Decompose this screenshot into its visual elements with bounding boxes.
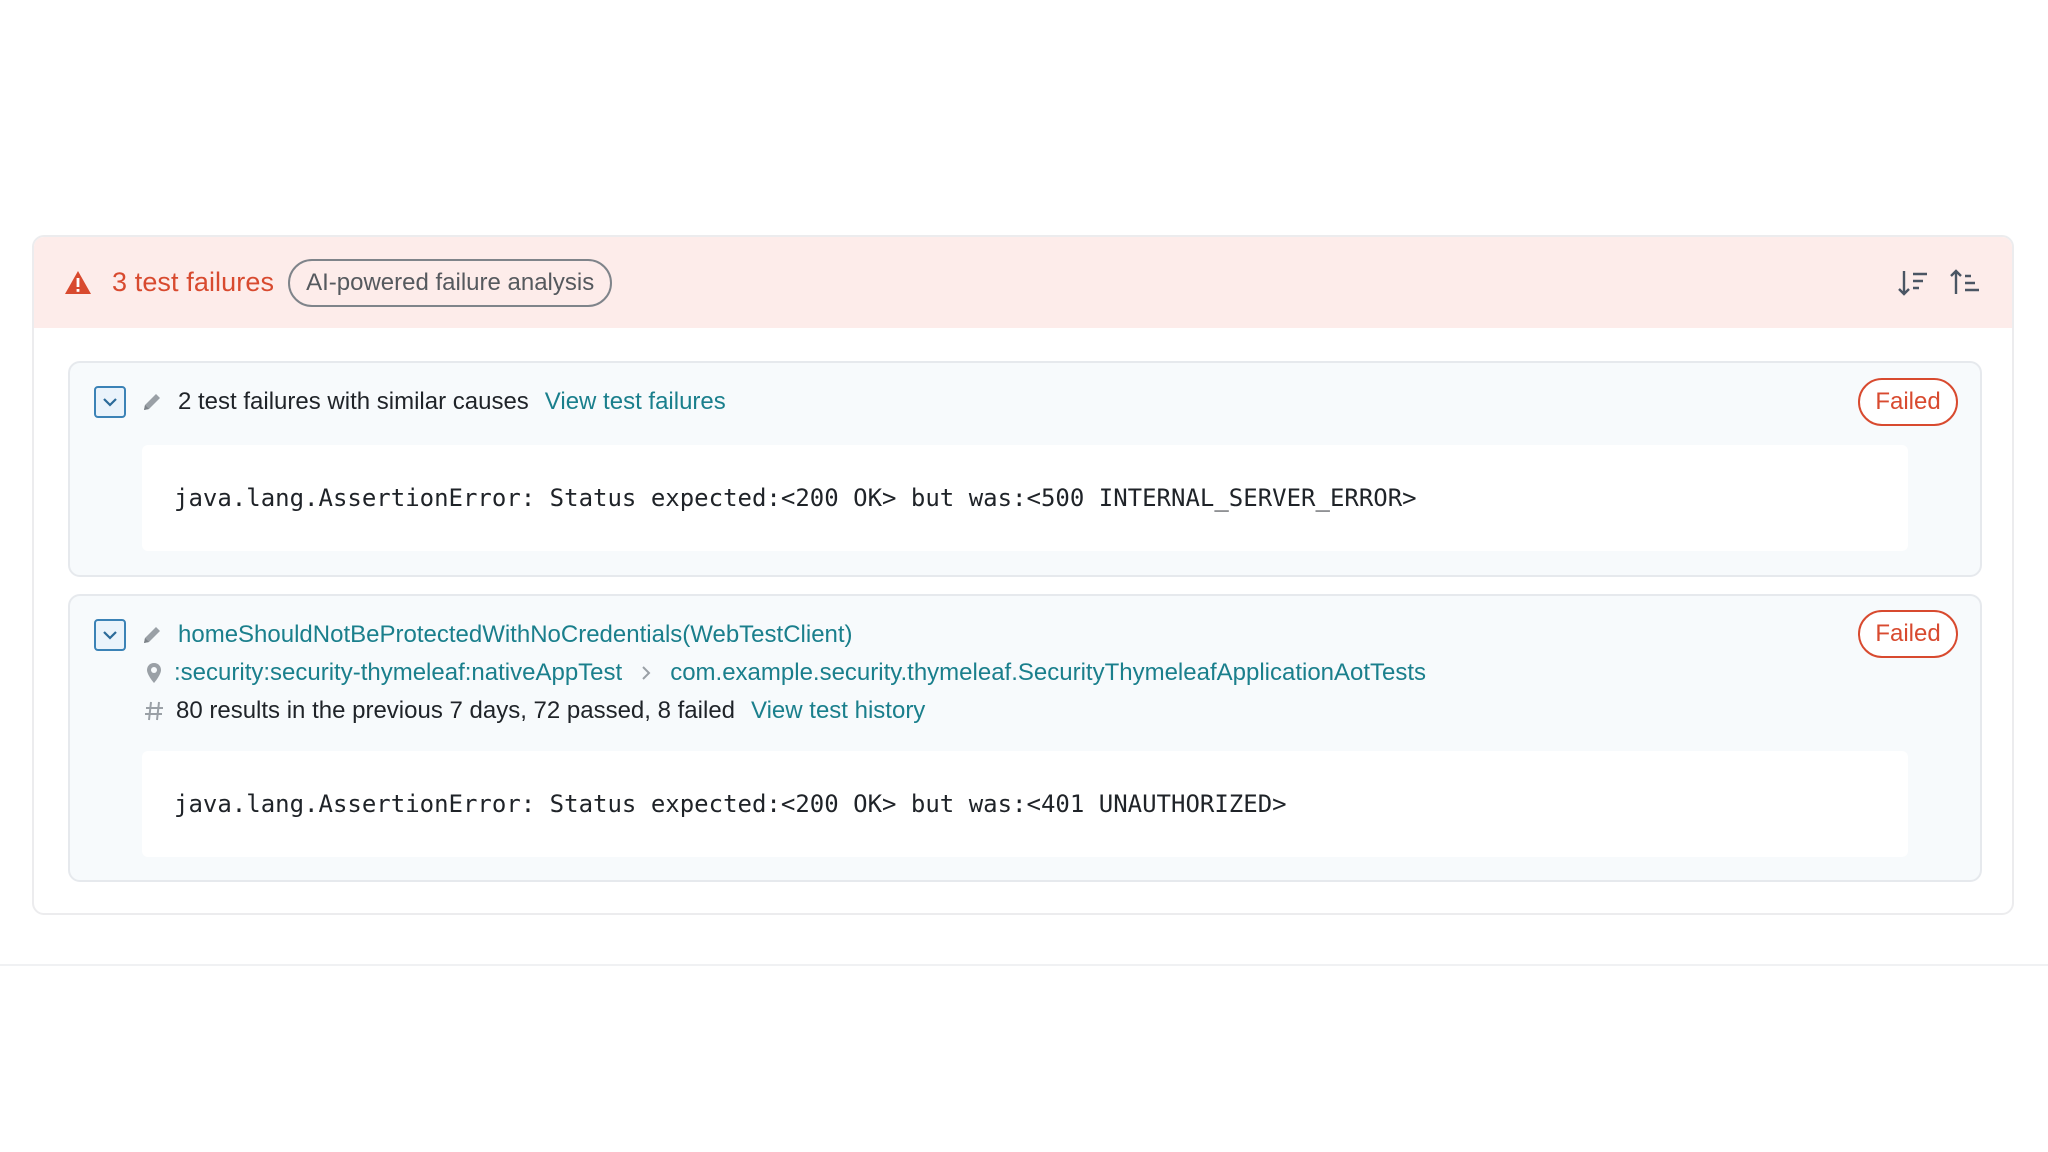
error-message: java.lang.AssertionError: Status expecte… [142,751,1908,857]
panel-header: 3 test failures AI-powered failure analy… [34,237,2012,328]
test-failure-card: homeShouldNotBeProtectedWithNoCredential… [68,594,1982,882]
warning-icon [65,270,91,294]
ai-analysis-badge[interactable]: AI-powered failure analysis [288,258,613,307]
pencil-icon [144,627,160,643]
chevron-right-icon [642,666,651,680]
chevron-down-icon [103,631,117,640]
test-class-link[interactable]: com.example.security.thymeleaf.SecurityT… [670,659,1426,687]
view-test-history-link[interactable]: View test history [751,697,925,725]
expand-toggle[interactable] [94,386,126,418]
failure-count-title: 3 test failures [112,267,275,297]
results-summary: 80 results in the previous 7 days, 72 pa… [176,697,736,724]
view-test-failures-link[interactable]: View test failures [545,388,726,416]
group-title: 2 test failures with similar causes [178,388,529,415]
expand-toggle[interactable] [94,619,126,651]
chevron-down-icon [103,398,117,407]
pencil-icon [144,394,160,410]
test-failures-panel: 3 test failures AI-powered failure analy… [32,235,2014,915]
status-badge: Failed [1858,378,1958,426]
hash-icon [145,701,163,721]
test-method-link[interactable]: homeShouldNotBeProtectedWithNoCredential… [178,621,853,649]
sort-ascending-icon[interactable] [1948,266,1982,300]
header-actions [1896,266,1982,300]
project-path-link[interactable]: :security:security-thymeleaf:nativeAppTe… [174,659,622,687]
sort-descending-icon[interactable] [1896,266,1930,300]
page-divider [0,964,2048,966]
error-message: java.lang.AssertionError: Status expecte… [142,445,1908,551]
failure-group-card: 2 test failures with similar causes View… [68,361,1982,577]
location-pin-icon [147,663,161,683]
status-badge: Failed [1858,610,1958,658]
